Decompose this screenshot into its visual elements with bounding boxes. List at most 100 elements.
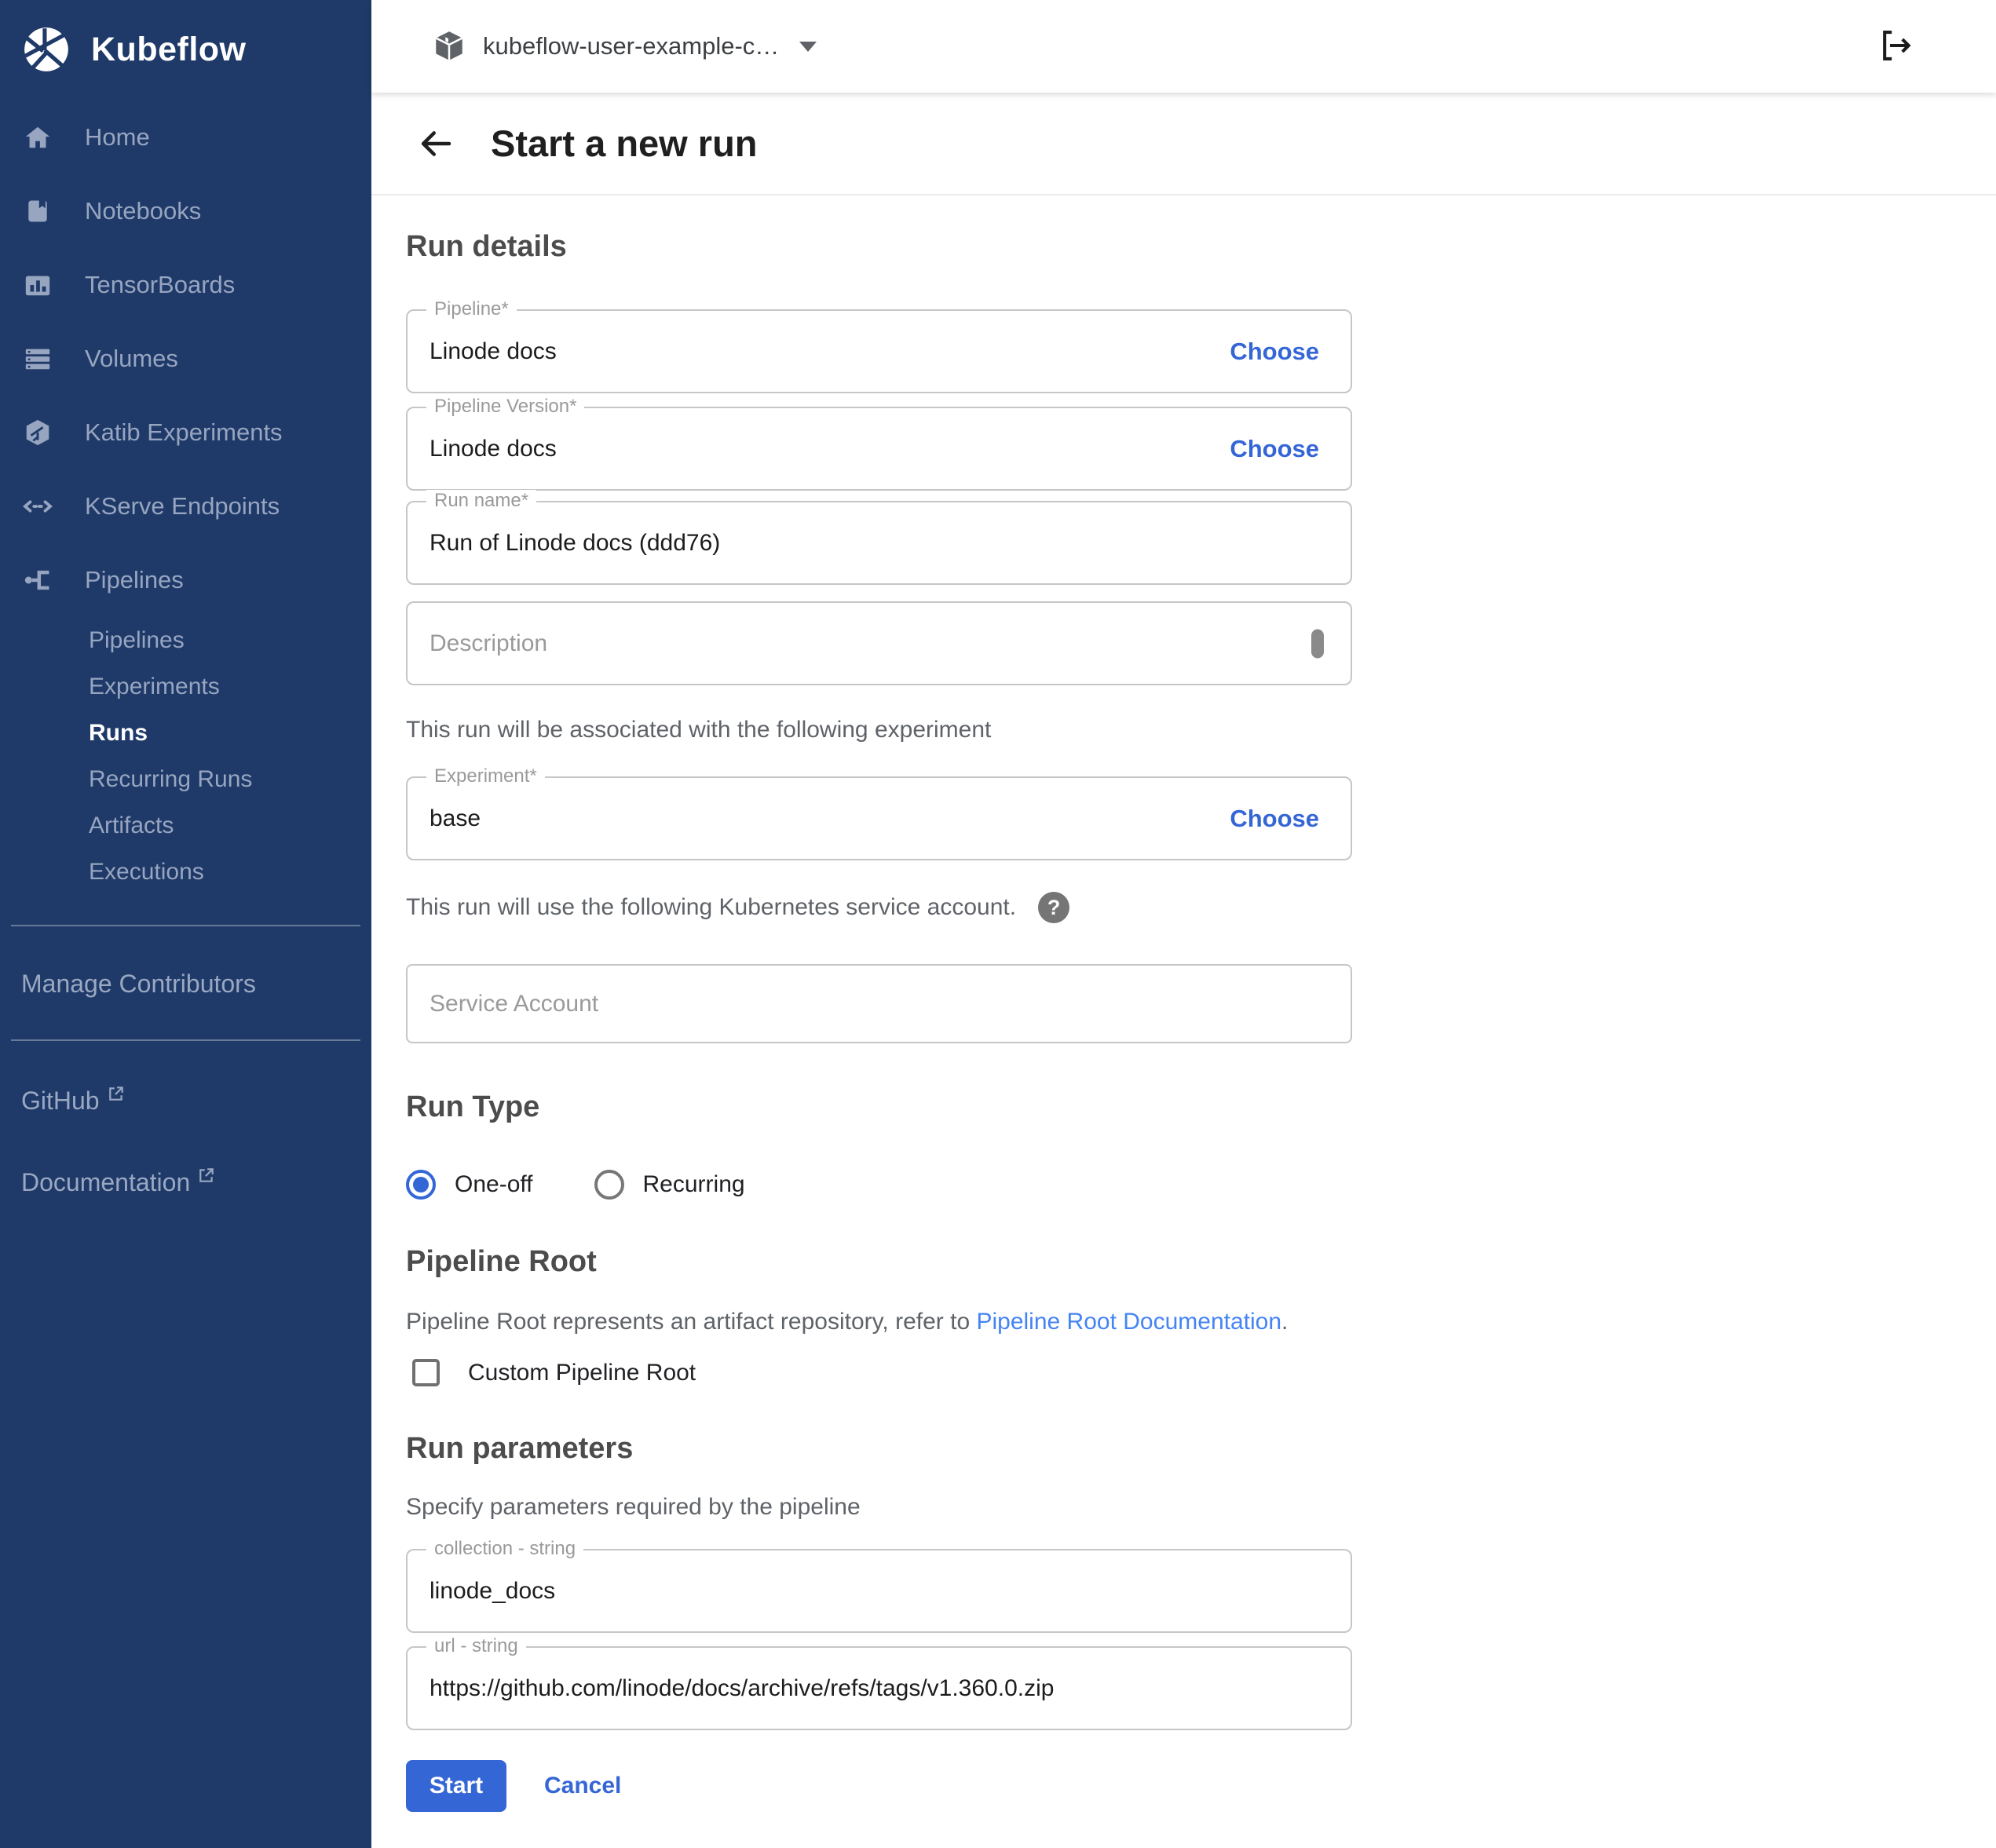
- sidebar-subitem-pipelines[interactable]: Pipelines: [0, 617, 371, 663]
- run-type-options: One-off Recurring: [406, 1170, 1996, 1200]
- experiment-choose-button[interactable]: Choose: [1230, 805, 1319, 833]
- namespace-cube-icon: [431, 28, 467, 64]
- sidebar-item-notebooks[interactable]: Notebooks: [0, 174, 371, 248]
- description-resize-handle[interactable]: [1311, 629, 1324, 658]
- back-button[interactable]: [415, 123, 456, 164]
- sidebar-item-katib-experiments[interactable]: Katib Experiments: [0, 396, 371, 469]
- sidebar-item-home[interactable]: Home: [0, 100, 371, 174]
- github-label: GitHub: [21, 1087, 100, 1116]
- chevron-down-icon: [799, 42, 817, 52]
- cancel-button[interactable]: Cancel: [544, 1773, 621, 1799]
- experiment-field: Experiment* base Choose: [406, 776, 1352, 860]
- pipeline-field: Pipeline* Linode docs Choose: [406, 309, 1352, 393]
- sidebar-subitem-recurring-runs[interactable]: Recurring Runs: [0, 756, 371, 802]
- param-collection-label: collection - string: [426, 1538, 583, 1560]
- custom-pipeline-root-checkbox-row[interactable]: Custom Pipeline Root: [406, 1359, 1996, 1386]
- radio-unselected-icon: [594, 1170, 624, 1200]
- service-account-note: This run will use the following Kubernet…: [406, 894, 1016, 921]
- start-button[interactable]: Start: [406, 1760, 506, 1812]
- topbar: kubeflow-user-example-c…: [371, 0, 1996, 93]
- sidebar-subitem-experiments[interactable]: Experiments: [0, 663, 371, 710]
- checkbox-unchecked-icon[interactable]: [412, 1359, 440, 1386]
- run-parameters-subtitle: Specify parameters required by the pipel…: [406, 1494, 1996, 1521]
- sidebar-item-tensorboards[interactable]: TensorBoards: [0, 248, 371, 322]
- namespace-label: kubeflow-user-example-c…: [483, 32, 779, 60]
- pipeline-version-field-label: Pipeline Version*: [426, 396, 584, 418]
- experiment-field-label: Experiment*: [426, 765, 545, 787]
- sidebar-item-label: Runs: [89, 720, 148, 747]
- sidebar: Kubeflow Home Notebooks TensorBoards Vol…: [0, 0, 371, 1848]
- pipeline-root-text-end: .: [1281, 1309, 1288, 1335]
- run-details-heading: Run details: [406, 230, 1996, 264]
- param-collection-field: collection - string: [406, 1549, 1352, 1633]
- sidebar-item-kserve-endpoints[interactable]: KServe Endpoints: [0, 469, 371, 543]
- pipeline-choose-button[interactable]: Choose: [1230, 338, 1319, 366]
- run-name-field-label: Run name*: [426, 490, 536, 512]
- help-icon[interactable]: ?: [1038, 892, 1069, 923]
- sidebar-subitem-executions[interactable]: Executions: [0, 849, 371, 895]
- volumes-icon: [22, 343, 53, 374]
- radio-recurring-label: Recurring: [643, 1171, 745, 1198]
- radio-recurring[interactable]: Recurring: [594, 1170, 745, 1200]
- param-url-input[interactable]: [408, 1648, 1351, 1729]
- pipeline-field-value: Linode docs: [430, 338, 557, 365]
- home-icon: [22, 122, 53, 153]
- param-collection-input[interactable]: [408, 1550, 1351, 1631]
- documentation-link[interactable]: Documentation: [0, 1160, 371, 1204]
- pipeline-version-choose-button[interactable]: Choose: [1230, 435, 1319, 463]
- sidebar-subitem-runs[interactable]: Runs: [0, 710, 371, 756]
- experiment-field-value: base: [430, 805, 481, 832]
- documentation-label: Documentation: [21, 1168, 190, 1197]
- sidebar-item-label: Pipelines: [89, 627, 185, 654]
- page-title: Start a new run: [491, 122, 758, 165]
- pipeline-root-heading: Pipeline Root: [406, 1245, 1996, 1279]
- custom-pipeline-root-label: Custom Pipeline Root: [468, 1360, 696, 1386]
- logout-button[interactable]: [1877, 25, 1917, 66]
- sidebar-item-label: Notebooks: [85, 197, 201, 225]
- sidebar-item-volumes[interactable]: Volumes: [0, 322, 371, 396]
- description-field: [406, 601, 1352, 685]
- sidebar-item-label: Home: [85, 123, 150, 152]
- service-account-input[interactable]: [408, 966, 1351, 1042]
- external-link-icon: [198, 1167, 215, 1184]
- sidebar-item-label: TensorBoards: [85, 271, 235, 299]
- katib-icon: [22, 417, 53, 448]
- run-name-field: Run name*: [406, 501, 1352, 585]
- pipeline-version-field-value: Linode docs: [430, 436, 557, 462]
- github-link[interactable]: GitHub: [0, 1079, 371, 1123]
- sidebar-item-label: Volumes: [85, 345, 178, 373]
- run-parameters-heading: Run parameters: [406, 1432, 1996, 1466]
- manage-contributors-label: Manage Contributors: [21, 970, 256, 999]
- kubeflow-logo[interactable]: Kubeflow: [0, 0, 371, 75]
- sidebar-item-pipelines[interactable]: Pipelines: [0, 543, 371, 617]
- pipeline-root-text: Pipeline Root represents an artifact rep…: [406, 1309, 976, 1335]
- sidebar-item-label: Artifacts: [89, 813, 174, 839]
- param-url-field: url - string: [406, 1646, 1352, 1730]
- experiment-note: This run will be associated with the fol…: [406, 717, 1996, 743]
- sidebar-subitem-artifacts[interactable]: Artifacts: [0, 802, 371, 849]
- service-account-note-row: This run will use the following Kubernet…: [406, 892, 1996, 923]
- sidebar-nav: Home Notebooks TensorBoards Volumes Kati…: [0, 100, 371, 895]
- manage-contributors-link[interactable]: Manage Contributors: [0, 958, 371, 1010]
- main-content: Run details Pipeline* Linode docs Choose…: [371, 195, 1996, 1848]
- tensorboards-icon: [22, 269, 53, 301]
- pipelines-icon: [22, 564, 53, 596]
- pipeline-field-label: Pipeline*: [426, 298, 517, 320]
- pipeline-root-description: Pipeline Root represents an artifact rep…: [406, 1309, 1996, 1335]
- run-name-input[interactable]: [408, 502, 1351, 583]
- radio-one-off-label: One-off: [455, 1171, 533, 1198]
- pipelines-subnav: Pipelines Experiments Runs Recurring Run…: [0, 617, 371, 895]
- sidebar-divider: [11, 925, 360, 926]
- sidebar-divider: [11, 1039, 360, 1041]
- external-link-icon: [108, 1085, 125, 1102]
- notebooks-icon: [22, 195, 53, 227]
- pipeline-version-field: Pipeline Version* Linode docs Choose: [406, 407, 1352, 491]
- sidebar-item-label: Executions: [89, 859, 204, 886]
- service-account-field: [406, 964, 1352, 1043]
- radio-one-off[interactable]: One-off: [406, 1170, 533, 1200]
- radio-selected-icon: [406, 1170, 436, 1200]
- brand-name: Kubeflow: [91, 31, 246, 69]
- pipeline-root-doc-link[interactable]: Pipeline Root Documentation: [976, 1309, 1281, 1335]
- namespace-selector[interactable]: kubeflow-user-example-c…: [431, 28, 817, 64]
- description-input[interactable]: [408, 603, 1351, 684]
